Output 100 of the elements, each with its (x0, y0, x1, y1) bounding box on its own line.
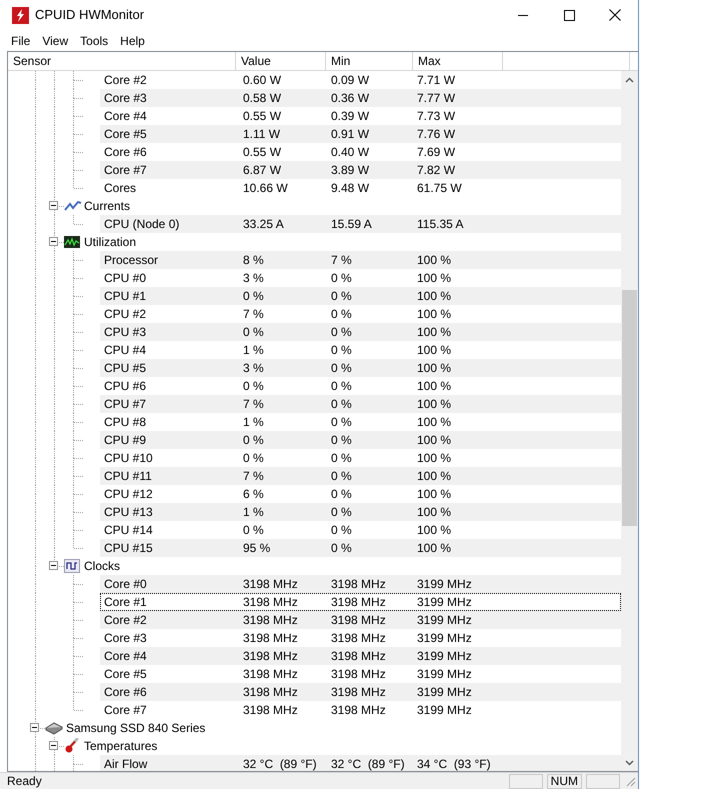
value-cell-text: 0 % (330, 522, 353, 539)
tree-row[interactable]: Core #7 6.87 W 3.89 W 7.82 W (100, 161, 621, 179)
value-cell-text: 7 % (330, 252, 353, 269)
tree-row[interactable]: Cores 10.66 W 9.48 W 61.75 W (100, 179, 621, 197)
tree-row[interactable]: Currents (84, 197, 621, 215)
value-cell-text: 0.40 W (330, 144, 370, 161)
tree-row[interactable]: CPU #13 1 % 0 % 100 % (100, 503, 621, 521)
minimize-icon (518, 14, 528, 16)
tree-row[interactable]: CPU #7 7 % 0 % 100 % (100, 395, 621, 413)
value-cell-text: 3198 MHz (330, 576, 387, 593)
tree-row[interactable]: CPU #12 6 % 0 % 100 % (100, 485, 621, 503)
menu-item[interactable]: Tools (74, 32, 114, 50)
tree-row[interactable]: Core #6 0.55 W 0.40 W 7.69 W (100, 143, 621, 161)
value-cell-text: 6 % (242, 486, 265, 503)
tree-row[interactable]: CPU #4 1 % 0 % 100 % (100, 341, 621, 359)
tree-row[interactable]: Core #6 3198 MHz 3198 MHz 3199 MHz (100, 683, 621, 701)
value-cell-text: 0.58 W (242, 90, 282, 107)
tree-row[interactable]: Samsung SSD 840 Series (66, 719, 621, 737)
value-cell-text: 3199 MHz (416, 702, 473, 719)
tree-row[interactable]: CPU (Node 0) 33.25 A 15.59 A 115.35 A (100, 215, 621, 233)
tree-row[interactable]: CPU #11 7 % 0 % 100 % (100, 467, 621, 485)
tree-row[interactable]: Clocks (84, 557, 621, 575)
value-cell-text: 7.82 W (416, 162, 456, 179)
menu-item[interactable]: Help (114, 32, 151, 50)
tree-row[interactable]: CPU #10 0 % 0 % 100 % (100, 449, 621, 467)
value-cell-text: 3199 MHz (416, 684, 473, 701)
tree-row[interactable]: Core #4 3198 MHz 3198 MHz 3199 MHz (100, 647, 621, 665)
sensor-label: CPU #12 (103, 486, 154, 503)
tree-row[interactable]: CPU #1 0 % 0 % 100 % (100, 287, 621, 305)
value-cell-text: 0 % (330, 486, 353, 503)
sensor-label: CPU #13 (103, 504, 154, 521)
scroll-thumb[interactable] (622, 290, 637, 526)
value-cell-text: 0 % (330, 540, 353, 557)
tree-row[interactable]: Core #3 3198 MHz 3198 MHz 3199 MHz (100, 629, 621, 647)
column-header[interactable]: Max (413, 52, 503, 70)
value-cell-text: 100 % (416, 306, 452, 323)
sensor-label: Core #3 (103, 90, 148, 107)
value-cell-text: 0.39 W (330, 108, 370, 125)
sensor-label: CPU #4 (103, 342, 148, 359)
value-cell-text: 3198 MHz (242, 648, 299, 665)
sensor-label: Air Flow (103, 756, 148, 771)
tree-row[interactable]: Temperatures (84, 737, 621, 755)
column-header[interactable]: Value (236, 52, 326, 70)
value-cell-text: 100 % (416, 486, 452, 503)
tree-row[interactable]: Processor 8 % 7 % 100 % (100, 251, 621, 269)
scroll-up-icon[interactable] (625, 76, 634, 82)
tree-row[interactable]: Core #5 1.11 W 0.91 W 7.76 W (100, 125, 621, 143)
menu-item[interactable]: File (5, 32, 36, 50)
tree-row[interactable]: CPU #3 0 % 0 % 100 % (100, 323, 621, 341)
value-cell-text: 9.48 W (330, 180, 370, 197)
tree-row[interactable]: CPU #2 7 % 0 % 100 % (100, 305, 621, 323)
tree-row[interactable]: Utilization (84, 233, 621, 251)
collapse-icon[interactable] (49, 237, 58, 246)
tree-row[interactable]: CPU #5 3 % 0 % 100 % (100, 359, 621, 377)
value-cell-text: 0 % (330, 270, 353, 287)
scroll-down-icon[interactable] (625, 760, 634, 766)
tree-row[interactable]: Core #7 3198 MHz 3198 MHz 3199 MHz (100, 701, 621, 719)
value-cell-text: 34 °C (93 °F) (416, 756, 492, 771)
sensor-label: CPU #11 (103, 468, 153, 485)
tree-row[interactable]: Core #2 0.60 W 0.09 W 7.71 W (100, 71, 621, 89)
value-cell-text: 3198 MHz (330, 702, 387, 719)
value-cell-text: 0 % (242, 450, 265, 467)
column-header[interactable]: Min (326, 52, 413, 70)
collapse-icon[interactable] (49, 201, 58, 210)
collapse-icon[interactable] (49, 741, 58, 750)
sensor-label: Core #6 (103, 684, 148, 701)
value-cell-text: 3198 MHz (330, 630, 387, 647)
resize-grip-icon[interactable] (624, 775, 636, 787)
tree-row[interactable]: CPU #9 0 % 0 % 100 % (100, 431, 621, 449)
value-cell-text: 0 % (330, 504, 353, 521)
sensor-label: Core #2 (103, 72, 148, 89)
value-cell-text: 10.66 W (242, 180, 289, 197)
tree-row[interactable]: Core #1 3198 MHz 3198 MHz 3199 MHz (100, 593, 621, 611)
scrollbar[interactable] (621, 71, 638, 771)
value-cell-text: 100 % (416, 252, 452, 269)
value-cell-text: 3199 MHz (416, 594, 473, 611)
value-cell-text: 3198 MHz (330, 594, 387, 611)
collapse-icon[interactable] (49, 561, 58, 570)
value-cell-text: 0.36 W (330, 90, 370, 107)
tree-row[interactable]: Core #0 3198 MHz 3198 MHz 3199 MHz (100, 575, 621, 593)
tree-row[interactable]: Core #4 0.55 W 0.39 W 7.73 W (100, 107, 621, 125)
collapse-icon[interactable] (30, 723, 39, 732)
tree-row[interactable]: Air Flow 32 °C (89 °F) 32 °C (89 °F) 34 °C (93 °F) (100, 755, 621, 771)
column-header[interactable]: Sensor (8, 52, 236, 70)
tree-row[interactable]: Core #3 0.58 W 0.36 W 7.77 W (100, 89, 621, 107)
value-cell-text: 3199 MHz (416, 666, 473, 683)
tree-row[interactable]: CPU #8 1 % 0 % 100 % (100, 413, 621, 431)
value-cell-text: 0 % (242, 324, 265, 341)
menu-item[interactable]: View (36, 32, 74, 50)
tree-row[interactable]: Core #2 3198 MHz 3198 MHz 3199 MHz (100, 611, 621, 629)
sensor-label: Core #5 (103, 126, 148, 143)
tree-row[interactable]: Core #5 3198 MHz 3198 MHz 3199 MHz (100, 665, 621, 683)
sensor-label: Core #6 (103, 144, 148, 161)
value-cell-text: 100 % (416, 342, 452, 359)
tree-row[interactable]: CPU #15 95 % 0 % 100 % (100, 539, 621, 557)
value-cell-text: 1.11 W (242, 126, 282, 143)
value-cell-text: 0 % (330, 432, 353, 449)
tree-row[interactable]: CPU #6 0 % 0 % 100 % (100, 377, 621, 395)
tree-row[interactable]: CPU #0 3 % 0 % 100 % (100, 269, 621, 287)
tree-row[interactable]: CPU #14 0 % 0 % 100 % (100, 521, 621, 539)
